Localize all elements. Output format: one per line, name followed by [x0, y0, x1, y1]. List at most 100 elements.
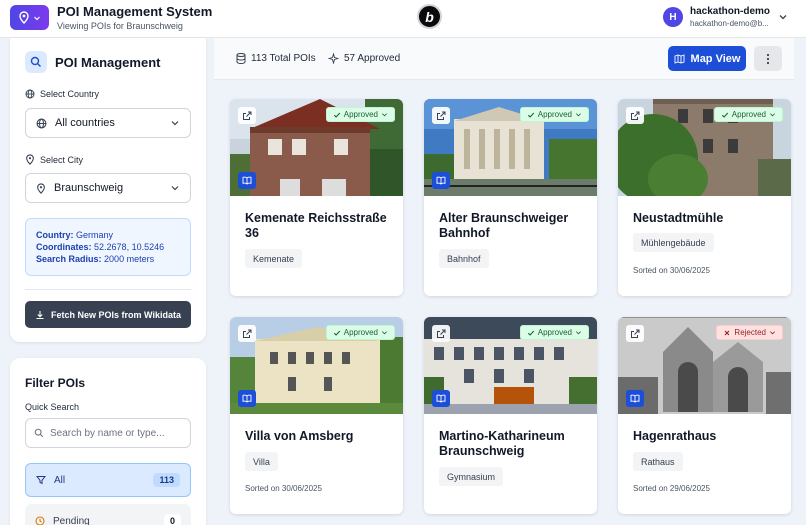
book-icon [436, 176, 446, 185]
poi-title: Hagenrathaus [633, 429, 717, 443]
sorted-date: Sorted on 29/06/2025 [633, 484, 710, 493]
poi-card[interactable]: Approved Neustadtmühle Mühlengebäude Sor… [618, 99, 791, 296]
poi-title: Neustadtmühle [633, 211, 724, 225]
filter-option-count: 0 [163, 514, 181, 525]
open-external-button[interactable] [238, 107, 256, 124]
external-link-icon [631, 329, 640, 338]
status-text: Approved [537, 110, 572, 119]
user-avatar[interactable]: H [663, 7, 683, 27]
search-icon [34, 428, 44, 438]
poi-panel-title: POI Management [55, 55, 161, 70]
info-radius-key: Search Radius: [36, 254, 102, 264]
external-link-icon [437, 329, 446, 338]
poi-type-tag: Gymnasium [439, 467, 504, 486]
city-label: Select City [25, 154, 83, 165]
poi-card[interactable]: Approved Martino-Katharineum Braunschwei… [424, 317, 597, 514]
open-external-button[interactable] [432, 325, 450, 342]
filter-option-all[interactable]: All 113 [25, 463, 191, 497]
poi-type-tag: Villa [245, 452, 278, 471]
x-icon [725, 330, 730, 335]
country-select[interactable]: All countries [25, 108, 191, 138]
globe-icon [25, 89, 35, 99]
filter-icon [36, 476, 46, 485]
user-menu-chevron-icon[interactable] [778, 12, 788, 22]
fetch-pois-label: Fetch New POIs from Wikidata [51, 309, 181, 320]
poi-type-tag: Mühlengebäude [633, 233, 714, 252]
status-text: Approved [731, 110, 766, 119]
status-text: Approved [537, 328, 572, 337]
info-country-value: Germany [76, 230, 114, 240]
fetch-pois-button[interactable]: Fetch New POIs from Wikidata [25, 301, 191, 328]
open-external-button[interactable] [626, 107, 644, 124]
map-pin-icon [37, 182, 45, 194]
chevron-down-icon [171, 121, 179, 126]
wiki-details-button[interactable] [238, 172, 256, 189]
status-badge[interactable]: Approved [325, 107, 395, 122]
approved-stat: 57 Approved [328, 53, 400, 64]
check-icon [527, 112, 534, 118]
open-external-button[interactable] [238, 325, 256, 342]
brand-logo[interactable]: b [417, 4, 442, 29]
chevron-down-icon [382, 331, 387, 335]
status-badge[interactable]: Approved [519, 325, 589, 340]
external-link-icon [631, 111, 640, 120]
poi-card[interactable]: Rejected Hagenrathaus Rathaus Sorted on … [618, 317, 791, 514]
wiki-details-button[interactable] [432, 172, 450, 189]
wiki-details-button[interactable] [432, 390, 450, 407]
more-options-button[interactable] [754, 46, 782, 71]
map-icon [674, 53, 684, 64]
poi-card[interactable]: Approved Kemenate Reichsstraße 36 Kemena… [230, 99, 403, 296]
status-text: Rejected [734, 328, 766, 337]
map-view-button[interactable]: Map View [668, 46, 746, 71]
city-select[interactable]: Braunschweig [25, 173, 191, 203]
sorted-date: Sorted on 30/06/2025 [633, 266, 710, 275]
check-icon [527, 330, 534, 336]
globe-icon [36, 118, 47, 128]
country-label-text: Select Country [40, 89, 100, 99]
total-pois-stat: 113 Total POIs [236, 53, 316, 64]
sorted-date: Sorted on 30/06/2025 [245, 484, 322, 493]
chevron-down-icon [34, 16, 40, 20]
poi-type-tag: Bahnhof [439, 249, 489, 268]
search-icon [25, 51, 47, 73]
poi-card[interactable]: Approved Alter Braunschweiger Bahnhof Ba… [424, 99, 597, 296]
filter-option-pending[interactable]: Pending 0 [25, 504, 191, 525]
chevron-down-icon [770, 113, 775, 117]
app-menu-button[interactable] [10, 5, 49, 30]
user-name: hackathon-demo [690, 6, 771, 17]
country-label: Select Country [25, 89, 99, 99]
sparkle-icon [328, 53, 339, 64]
filter-option-label: Pending [53, 515, 90, 525]
app-subtitle: Viewing POIs for Braunschweig [57, 21, 183, 31]
status-badge[interactable]: Approved [519, 107, 589, 122]
approved-text: 57 Approved [344, 53, 401, 64]
poi-management-panel: POI Management Select Country All countr… [10, 38, 206, 342]
clock-icon [35, 516, 45, 525]
check-icon [333, 330, 340, 336]
open-external-button[interactable] [432, 107, 450, 124]
status-badge[interactable]: Approved [713, 107, 783, 122]
wiki-details-button[interactable] [238, 390, 256, 407]
logo-letter: b [425, 8, 434, 25]
poi-card[interactable]: Approved Villa von Amsberg Villa Sorted … [230, 317, 403, 514]
chevron-down-icon [382, 113, 387, 117]
open-external-button[interactable] [626, 325, 644, 342]
total-pois-text: 113 Total POIs [251, 53, 316, 64]
chevron-down-icon [576, 113, 581, 117]
database-icon [236, 53, 246, 64]
poi-title: Villa von Amsberg [245, 429, 354, 443]
poi-title: Alter Braunschweiger Bahnhof [439, 211, 569, 240]
wiki-details-button[interactable] [626, 390, 644, 407]
filter-panel: Filter POIs Quick Search All 113 Pending… [10, 358, 206, 525]
results-toolbar: 113 Total POIs 57 Approved Map View [214, 38, 794, 80]
status-badge[interactable]: Rejected [716, 325, 783, 340]
search-input[interactable] [50, 427, 180, 439]
poi-type-tag: Kemenate [245, 249, 303, 268]
status-badge[interactable]: Approved [325, 325, 395, 340]
external-link-icon [437, 111, 446, 120]
check-icon [721, 112, 728, 118]
book-icon [630, 394, 640, 403]
search-box[interactable] [25, 418, 191, 448]
book-icon [242, 394, 252, 403]
check-icon [333, 112, 340, 118]
